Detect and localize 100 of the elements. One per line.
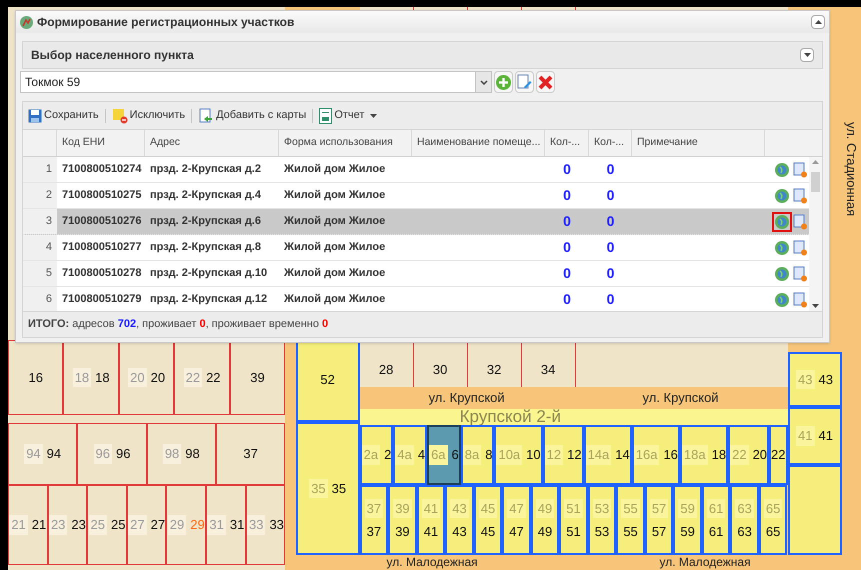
parcel-tag: 12 [544, 445, 564, 465]
table-cell-text: Жилой дом Жилое [283, 162, 386, 178]
parcel-tag: 29 [168, 515, 186, 535]
edit-button[interactable] [515, 71, 534, 93]
parcel-number: 47 [509, 523, 524, 541]
globe-icon [775, 266, 789, 280]
parcel-tag: 43 [796, 370, 814, 390]
collapse-button[interactable] [800, 48, 814, 62]
locality-combobox[interactable]: Токмок 59 [20, 71, 492, 93]
table-cell-text: 0 [562, 290, 572, 309]
parcel-tag: 49 [536, 498, 554, 518]
summary-text: ИТОГО: адресов 702, проживает 0, проживает временно 0 [28, 317, 328, 332]
parcel-tag: 33 [246, 515, 266, 535]
column-header[interactable]: Примечание [632, 130, 765, 156]
parcel-number: 59 [680, 523, 695, 541]
remove-button[interactable] [793, 162, 807, 178]
parcel-number: 51 [566, 523, 581, 541]
column-header[interactable]: Форма использования [279, 130, 412, 156]
parcel-tag: 21 [9, 515, 28, 535]
document-minus-icon [793, 162, 807, 178]
table-cell-text: 7100800510277 [61, 240, 143, 256]
parcel-number: 16 [28, 368, 43, 387]
table-cell-text: 0 [562, 238, 572, 257]
parcel-number: 18 [712, 446, 726, 464]
parcel-number: 16 [663, 446, 678, 464]
table-row[interactable]: 3 7100800510276 прзд. 2-Крупская д.6 Жилой дом Жилое 0 0 [23, 209, 809, 235]
parcel-number: 2 [384, 446, 392, 464]
parcel-tag: 65 [764, 498, 782, 518]
table-cell-text: Жилой дом Жилое [283, 292, 386, 308]
table-row[interactable]: 1 7100800510274 прзд. 2-Крупская д.2 Жилой дом Жилое 0 0 [23, 157, 809, 183]
parcel-number: 18 [95, 368, 110, 387]
dropdown-button[interactable] [475, 72, 491, 92]
table-cell-text: прзд. 2-Крупская д.8 [149, 240, 262, 256]
parcel-tag: 41 [796, 426, 814, 446]
column-header[interactable]: Наименование помеще... [412, 130, 545, 156]
table-row[interactable]: 4 7100800510277 прзд. 2-Крупская д.8 Жилой дом Жилое 0 0 [23, 235, 809, 261]
parcel-tag: 47 [507, 498, 526, 518]
table-cell-text: 7100800510275 [61, 188, 143, 204]
parcel-tag: 59 [678, 498, 697, 518]
table-cell-text: 0 [606, 212, 616, 231]
globe-icon [775, 292, 789, 306]
toolbar-button[interactable]: Отчет [318, 107, 378, 124]
toolbar-button[interactable]: Исключить [110, 107, 186, 124]
parcel-number: 43 [818, 370, 833, 389]
table-cell-text: 7100800510279 [61, 292, 143, 308]
toolbar-button[interactable]: Сохранить [27, 107, 100, 124]
parcel-tag: 53 [592, 498, 612, 518]
parcel-number: 6 [452, 446, 459, 464]
table-cell-text: 0 [606, 186, 616, 205]
table-cell-text: 0 [606, 160, 616, 179]
column-header[interactable]: Кол-... [589, 130, 632, 156]
parcel-tag: 41 [422, 498, 440, 518]
remove-button[interactable] [793, 188, 807, 204]
parcel-number: 32 [486, 360, 502, 378]
table-row[interactable]: 6 7100800510279 прзд. 2-Крупская д.12 Жилой дом Жилое 0 0 [23, 287, 809, 311]
parcel-tag: 37 [364, 498, 384, 518]
parcel-tag: 96 [94, 444, 112, 464]
scrollbar[interactable] [809, 157, 822, 311]
toolbar-button[interactable]: Добавить с карты [197, 107, 308, 124]
globe-icon [775, 240, 789, 254]
parcel-number: 61 [708, 523, 724, 541]
remove-button[interactable] [793, 266, 807, 282]
parcel-number: 10 [526, 446, 541, 464]
remove-button[interactable] [793, 240, 807, 256]
table-row[interactable]: 2 7100800510275 прзд. 2-Крупская д.4 Жилой дом Жилое 0 0 [23, 183, 809, 209]
table-cell-text: 0 [562, 212, 572, 231]
table-cell-text: 0 [562, 186, 572, 205]
column-header[interactable]: Код ЕНИ [57, 130, 145, 156]
parcel-number: 37 [366, 523, 382, 541]
delete-button[interactable] [536, 71, 555, 93]
column-header[interactable]: Кол-... [545, 130, 589, 156]
close-icon [538, 74, 553, 90]
row-number: 3 [23, 209, 57, 234]
column-header[interactable]: Адрес [145, 130, 279, 156]
scrollbar-thumb[interactable] [811, 172, 820, 192]
parcel-number: 8 [485, 446, 492, 464]
parcel-tag: 23 [48, 515, 68, 535]
parcel-tag: 6а [429, 445, 448, 465]
parcel-number: 41 [424, 523, 438, 541]
table-cell-text: 0 [606, 264, 616, 283]
parcel-number: 22 [206, 368, 221, 387]
parcel-number: 34 [540, 360, 556, 378]
show-on-map-button[interactable] [772, 212, 792, 232]
parcel-number: 29 [190, 516, 205, 534]
parcel-tag: 8а [462, 445, 482, 465]
parcel-number: 55 [623, 523, 638, 541]
parcel-number: 37 [243, 445, 258, 464]
table-row[interactable]: 5 7100800510278 прзд. 2-Крупская д.10 Жилой дом Жилое 0 0 [23, 261, 809, 287]
table-cell-text: прзд. 2-Крупская д.4 [149, 188, 262, 204]
dialog-title: Формирование регистрационных участков [37, 14, 294, 31]
remove-button[interactable] [793, 292, 807, 308]
parcel-tag: 22 [184, 368, 202, 388]
parcel-number: 53 [594, 523, 610, 541]
globe-icon [775, 162, 789, 176]
table-cell-text: Жилой дом Жилое [283, 240, 386, 256]
street-label: ул. Малодежная [386, 556, 478, 569]
parcel-number: 43 [452, 523, 467, 541]
row-number: 2 [23, 183, 57, 208]
remove-button[interactable] [793, 214, 807, 230]
collapse-button[interactable] [811, 15, 825, 29]
